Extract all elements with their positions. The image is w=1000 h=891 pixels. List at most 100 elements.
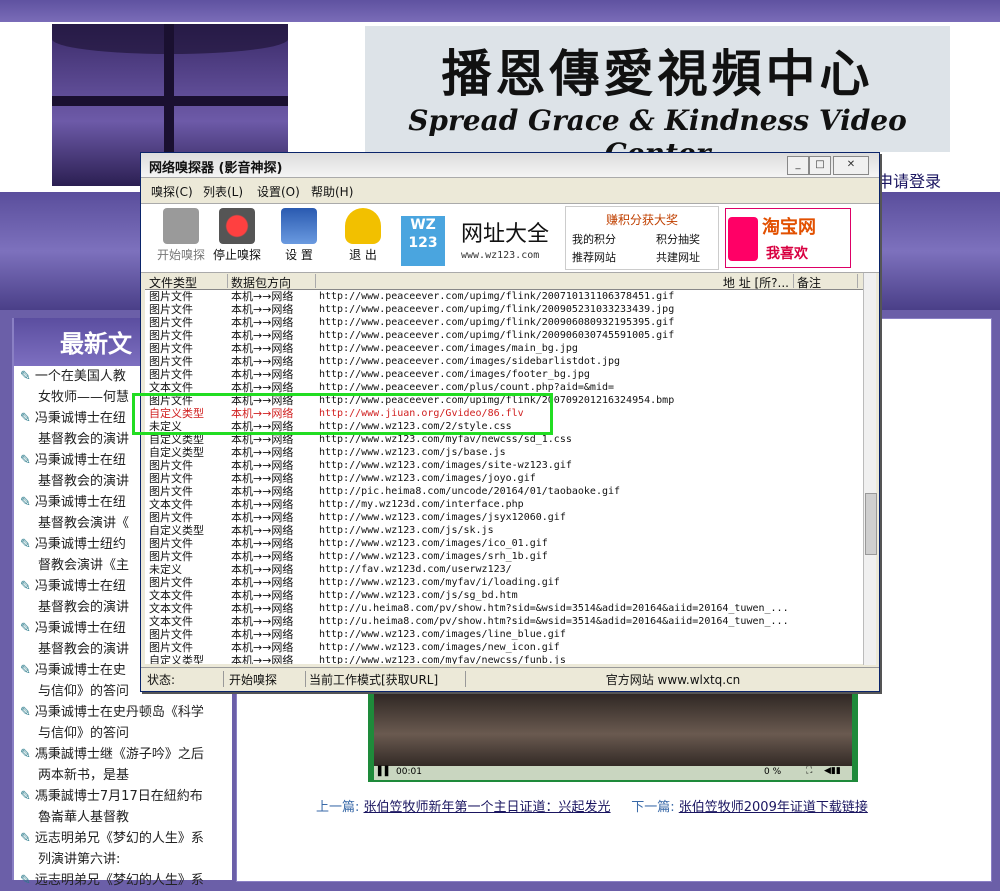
row-url: http://www.peaceever.com/images/sidebarl… [319,356,621,367]
fullscreen-icon[interactable]: ⛶ [806,766,812,776]
row-dir: 本机→→网络 [231,459,294,472]
row-dir: 本机→→网络 [231,537,294,550]
table-row[interactable]: 文本文件 本机→→网络 http://www.wz123.com/js/sg_bd.… [145,589,863,602]
table-row[interactable]: 自定义类型 本机→→网络 http://www.wz123.com/js/base.… [145,446,863,459]
table-row[interactable]: 自定义类型 本机→→网络 http://www.wz123.com/myfav/ne… [145,654,863,664]
news-item[interactable]: ✎ 馮秉誠博士7月17日在紐約布 [20,786,232,807]
row-dir: 本机→→网络 [231,342,294,355]
news-item[interactable]: ✎ 远志明弟兄《梦幻的人生》系 [20,870,232,891]
news-item-label: 女牧师——何慧 [38,390,130,405]
table-row[interactable]: 图片文件 本机→→网络 http://www.peaceever.com/image… [145,342,863,355]
table-row[interactable]: 图片文件 本机→→网络 http://www.peaceever.com/upimg… [145,316,863,329]
table-row[interactable]: 图片文件 本机→→网络 http://www.wz123.com/myfav/i/l… [145,576,863,589]
stop-sniff-button[interactable]: 停止嗅探 [207,206,267,268]
prev-link[interactable]: 张伯笠牧师新年第一个主日证道：兴起发光 [364,800,611,815]
table-row[interactable]: 图片文件 本机→→网络 http://www.wz123.com/images/si… [145,459,863,472]
row-dir: 本机→→网络 [231,550,294,563]
table-row[interactable]: 图片文件 本机→→网络 http://www.peaceever.com/image… [145,368,863,381]
table-row[interactable]: 图片文件 本机→→网络 http://www.peaceever.com/image… [145,355,863,368]
points-lottery[interactable]: 积分抽奖 [656,231,700,247]
news-item[interactable]: 与信仰》的答问 [38,723,250,744]
close-button[interactable]: ✕ [833,156,869,175]
menu-help[interactable]: 帮助(H) [311,183,353,200]
login-link[interactable]: 申请登录 [877,168,941,192]
exit-button[interactable]: 退 出 [333,206,393,268]
news-bullet-icon: ✎ [20,495,31,510]
table-row[interactable]: 图片文件 本机→→网络 http://www.peaceever.com/upimg… [145,329,863,342]
news-bullet-icon: ✎ [20,831,31,846]
row-url: http://www.peaceever.com/images/footer_b… [319,369,590,380]
table-row[interactable]: 文本文件 本机→→网络 http://u.heima8.com/pv/show.ht… [145,615,863,628]
table-row[interactable]: 图片文件 本机→→网络 http://www.peaceever.com/upimg… [145,303,863,316]
news-item[interactable]: ✎ 冯秉诚博士在史丹顿岛《科学 [20,702,232,723]
video-player[interactable]: ▌▌ 00:01 0 % ⛶ ◀▮▮ [368,690,858,782]
table-row[interactable]: 图片文件 本机→→网络 http://pic.heima8.com/uncode/2… [145,485,863,498]
news-item-label: 冯秉诚博士在纽 [34,453,126,468]
url-list[interactable]: 图片文件 本机→→网络 http://www.peaceever.com/upimg… [145,290,863,664]
points-build[interactable]: 共建网址 [656,249,700,265]
table-row[interactable]: 图片文件 本机→→网络 http://www.wz123.com/images/js… [145,511,863,524]
title-bar[interactable]: 网络嗅探器 (影音神探) _ □ ✕ [141,153,879,178]
next-link[interactable]: 张伯笠牧师2009年证道下载链接 [679,800,868,815]
prev-label: 上一篇: [316,800,360,815]
col-direction[interactable]: 数据包方向 [231,274,316,290]
row-url: http://www.peaceever.com/upimg/flink/200… [319,291,675,302]
table-row[interactable]: 图片文件 本机→→网络 http://www.peaceever.com/upimg… [145,290,863,303]
news-item-label: 基督教会的演讲 [38,642,130,657]
taobao-slogan: 我喜欢 [766,246,808,262]
col-file-type[interactable]: 文件类型 [149,274,228,290]
video-frame[interactable] [374,690,852,778]
news-bullet-icon: ✎ [20,747,31,762]
points-recommend[interactable]: 推荐网站 [572,249,616,265]
row-dir: 本机→→网络 [231,329,294,342]
menu-sniff[interactable]: 嗅探(C) [151,183,193,200]
row-url: http://www.wz123.com/images/new_icon.gif [319,642,560,653]
wz123-logo: WZ 123 [401,216,445,266]
site-banner: 播恩傳愛視頻中心 Spread Grace & Kindness Video C… [365,26,950,170]
news-item-label: 馮秉誠博士7月17日在紐約布 [34,789,203,804]
table-row[interactable]: 图片文件 本机→→网络 http://www.wz123.com/images/ic… [145,537,863,550]
row-url: http://www.wz123.com/images/line_blue.gi… [319,629,566,640]
status-site: 官方网站 www.wlxtq.cn [605,673,741,687]
row-type: 文本文件 [149,615,193,628]
menu-list[interactable]: 列表(L) [203,183,243,200]
start-sniff-button[interactable]: 开始嗅探 [151,206,211,268]
ad-points[interactable]: 赚积分获大奖 我的积分 积分抽奖 推荐网站 共建网址 [565,206,719,270]
list-scrollbar[interactable] [863,273,877,665]
toolbar: 开始嗅探 停止嗅探 设 置 退 出 WZ 123 网址大全 www.wz123.c… [141,203,879,273]
row-dir: 本机→→网络 [231,472,294,485]
news-item[interactable]: 两本新书，是基 [38,765,250,786]
ad-wz123[interactable]: WZ 123 网址大全 www.wz123.com [397,206,563,268]
row-url: http://www.wz123.com/images/srh_1b.gif [319,551,548,562]
table-row[interactable]: 文本文件 本机→→网络 http://my.wz123d.com/interface… [145,498,863,511]
video-controls[interactable]: ▌▌ 00:01 0 % ⛶ ◀▮▮ [374,766,852,780]
row-dir: 本机→→网络 [231,498,294,511]
points-my[interactable]: 我的积分 [572,231,616,247]
settings-button[interactable]: 设 置 [269,206,329,268]
scrollbar-thumb[interactable] [865,493,877,555]
menu-settings[interactable]: 设置(O) [257,183,300,200]
play-icon[interactable]: ▌▌ [378,767,392,777]
news-item-label: 远志明弟兄《梦幻的人生》系 [34,873,204,888]
table-row[interactable]: 图片文件 本机→→网络 http://www.wz123.com/images/ne… [145,641,863,654]
table-row[interactable]: 文本文件 本机→→网络 http://u.heima8.com/pv/show.ht… [145,602,863,615]
news-item[interactable]: ✎ 馮秉誠博士继《游子吟》之后 [20,744,232,765]
ad-taobao[interactable]: 淘宝网 我喜欢 [725,208,851,268]
volume-icon[interactable]: ◀▮▮ [824,766,841,776]
row-type: 图片文件 [149,550,193,563]
news-item[interactable]: 列演讲第六讲: [38,849,250,870]
table-row[interactable]: 图片文件 本机→→网络 http://www.wz123.com/images/jo… [145,472,863,485]
table-row[interactable]: 图片文件 本机→→网络 http://www.wz123.com/images/sr… [145,550,863,563]
table-row[interactable]: 自定义类型 本机→→网络 http://www.wz123.com/js/sk.js [145,524,863,537]
minimize-button[interactable]: _ [787,156,809,175]
maximize-button[interactable]: □ [809,156,831,175]
table-row[interactable]: 图片文件 本机→→网络 http://www.wz123.com/images/li… [145,628,863,641]
row-dir: 本机→→网络 [231,355,294,368]
row-dir: 本机→→网络 [231,485,294,498]
news-item-label: 魯崙華人基督教 [38,810,130,825]
news-item[interactable]: 魯崙華人基督教 [38,807,250,828]
table-row[interactable]: 未定义 本机→→网络 http://fav.wz123d.com/userwz123… [145,563,863,576]
news-item[interactable]: ✎ 远志明弟兄《梦幻的人生》系 [20,828,232,849]
col-address[interactable]: 地 址 [所?... [319,274,794,290]
col-note[interactable]: 备注 [797,274,858,290]
